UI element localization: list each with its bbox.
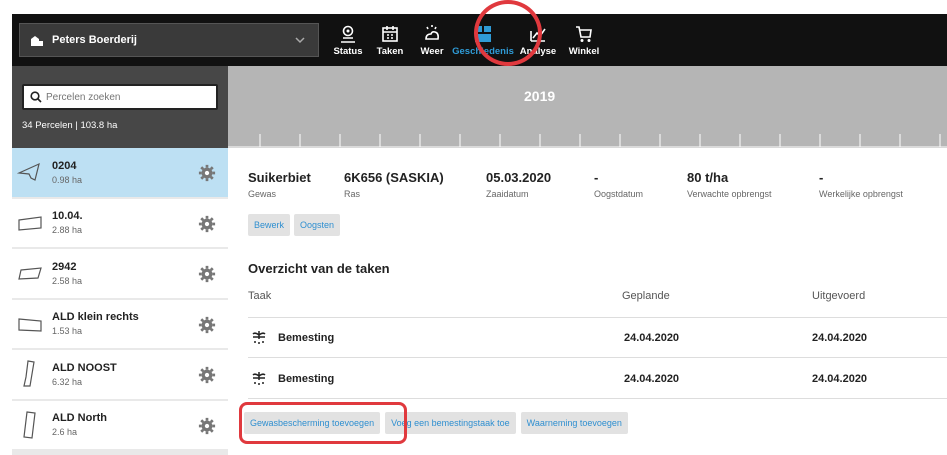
nav-weer[interactable]: Weer (411, 14, 453, 66)
header-planned: Geplande (622, 290, 670, 302)
parcel-item[interactable]: 0204 0.98 ha (12, 148, 228, 199)
gear-icon[interactable] (198, 417, 216, 435)
search-icon (30, 91, 42, 103)
cart-icon (576, 25, 592, 42)
parcel-item[interactable]: 10.04. 2.88 ha (12, 198, 228, 249)
nav-label: Taken (376, 45, 404, 57)
crop-ras: 6K656 (SASKIA) Ras (344, 170, 486, 199)
task-done: 24.04.2020 (812, 332, 868, 344)
parcel-item[interactable]: ALD NOOST 6.32 ha (12, 350, 228, 401)
gear-icon[interactable] (198, 164, 216, 182)
crop-oogstdatum: - Oogstdatum (594, 170, 687, 199)
farm-icon (30, 33, 44, 47)
crop-value: 80 t/ha (687, 170, 729, 185)
parcel-name: ALD NOOST (52, 361, 117, 374)
parcel-shape-icon (16, 358, 44, 390)
task-name: Bemesting (278, 332, 335, 344)
parcel-name: 10.04. (52, 210, 83, 223)
search-input[interactable] (46, 91, 206, 103)
timeline-ticks (228, 134, 947, 148)
parcel-summary: 34 Percelen | 103.8 ha (22, 120, 118, 131)
status-icon (341, 25, 355, 43)
gear-icon[interactable] (198, 316, 216, 334)
parcel-shape-icon (16, 409, 44, 441)
table-row[interactable]: Bemesting 24.04.2020 24.04.2020 (248, 318, 947, 358)
crop-value: 05.03.2020 (486, 170, 552, 185)
crop-label: Werkelijke opbrengst (819, 189, 903, 199)
parcel-area: 1.53 ha (52, 326, 83, 337)
crop-label: Oogstdatum (594, 189, 644, 199)
crop-value: - (819, 170, 824, 185)
crop-zaaidatum: 05.03.2020 Zaaidatum (486, 170, 594, 199)
tasks-table-header: Taak Geplande Uitgevoerd (248, 290, 947, 318)
parcel-shape-icon (16, 308, 44, 340)
parcel-shape-icon (16, 257, 44, 289)
parcel-area: 2.6 ha (52, 427, 78, 438)
timeline[interactable]: 2019 (228, 66, 947, 148)
main-nav: Status Taken Weer Geschiedenis Analyse W… (327, 14, 605, 66)
nav-label: Winkel (568, 45, 600, 57)
highlight-rect-annotation (239, 402, 407, 444)
crop-label: Ras (344, 189, 361, 199)
search-box[interactable] (22, 84, 218, 110)
parcel-shape-icon (16, 156, 44, 188)
nav-label: Status (333, 45, 363, 57)
parcel-item[interactable]: ALD North 2.6 ha (12, 400, 228, 451)
task-done: 24.04.2020 (812, 373, 868, 385)
farm-selector[interactable]: Peters Boerderij (19, 23, 319, 57)
table-row[interactable]: Bemesting 24.04.2020 24.04.2020 (248, 359, 947, 399)
parcel-name: 0204 (52, 159, 77, 172)
parcel-item[interactable]: 2942 2.58 ha (12, 249, 228, 300)
crop-label: Verwachte opbrengst (687, 189, 772, 199)
nav-status[interactable]: Status (327, 14, 369, 66)
gear-icon[interactable] (198, 366, 216, 384)
highlight-circle-annotation (474, 0, 542, 66)
gear-icon[interactable] (198, 265, 216, 283)
crop-value: - (594, 170, 599, 185)
crop-info: Suikerbiet Gewas 6K656 (SASKIA) Ras 05.0… (248, 170, 929, 199)
timeline-year: 2019 (524, 88, 556, 104)
edit-button[interactable]: Bewerk (248, 214, 291, 236)
gear-icon[interactable] (198, 215, 216, 233)
crop-actions: Bewerk Oogsten (248, 214, 344, 236)
parcel-area: 0.98 ha (52, 174, 83, 185)
parcel-area: 2.58 ha (52, 275, 83, 286)
header-done: Uitgevoerd (812, 290, 866, 302)
crop-value: 6K656 (SASKIA) (344, 170, 444, 185)
chevron-down-icon (294, 34, 306, 49)
farm-name: Peters Boerderij (52, 34, 137, 46)
fertilizer-icon (252, 372, 266, 385)
parcel-shape-icon (16, 207, 44, 239)
parcel-name: 2942 (52, 260, 77, 273)
parcel-item[interactable]: ALD klein rechts 1.53 ha (12, 299, 228, 350)
parcel-name: ALD North (52, 412, 107, 425)
crop-label: Zaaidatum (486, 189, 529, 199)
crop-werkelijke-opbrengst: - Werkelijke opbrengst (819, 170, 929, 199)
fertilizer-icon (252, 331, 266, 344)
task-planned: 24.04.2020 (624, 332, 680, 344)
header-task: Taak (248, 290, 272, 302)
sidebar: 34 Percelen | 103.8 ha 0204 0.98 ha 10.0… (12, 66, 228, 455)
crop-verwachte-opbrengst: 80 t/ha Verwachte opbrengst (687, 170, 819, 199)
crop-value: Suikerbiet (248, 170, 311, 185)
parcel-name: ALD klein rechts (52, 311, 139, 324)
parcel-area: 6.32 ha (52, 376, 83, 387)
crop-label: Gewas (248, 189, 277, 199)
add-observation-button[interactable]: Waarneming toevoegen (520, 412, 628, 434)
crop-gewas: Suikerbiet Gewas (248, 170, 344, 199)
nav-taken[interactable]: Taken (369, 14, 411, 66)
tasks-title: Overzicht van de taken (248, 261, 390, 276)
task-planned: 24.04.2020 (624, 373, 680, 385)
weather-icon (425, 24, 439, 40)
harvest-button[interactable]: Oogsten (294, 214, 341, 236)
nav-label: Weer (420, 45, 444, 57)
task-name: Bemesting (278, 373, 335, 385)
sidebar-header: 34 Percelen | 103.8 ha (12, 66, 228, 148)
calendar-icon (382, 25, 398, 42)
nav-winkel[interactable]: Winkel (563, 14, 605, 66)
parcel-area: 2.88 ha (52, 225, 83, 236)
